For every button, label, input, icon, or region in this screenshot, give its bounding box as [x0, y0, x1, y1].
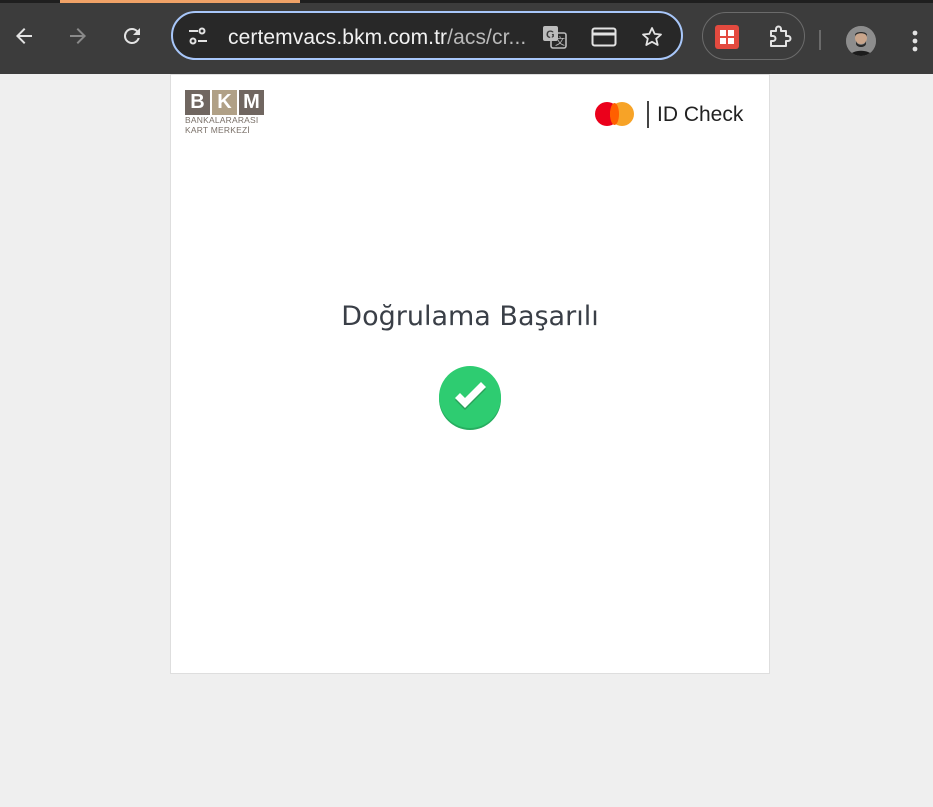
bkm-subtitle-line1: BANKALARARASI	[185, 115, 259, 125]
address-bar[interactable]: certemvacs.bkm.com.tr/acs/cr... G 文	[171, 11, 683, 60]
extensions-group	[702, 12, 805, 60]
more-vert-icon[interactable]	[905, 27, 925, 55]
translate-icon[interactable]: G 文	[542, 25, 568, 49]
verification-card: B K M BANKALARARASI KART MERKEZİ ID Chec…	[170, 74, 770, 674]
bkm-letter-k: K	[212, 90, 237, 115]
profile-avatar[interactable]	[846, 26, 876, 56]
svg-text:文: 文	[555, 35, 565, 48]
forward-arrow-icon[interactable]	[64, 22, 92, 50]
puzzle-icon[interactable]	[767, 24, 793, 50]
bkm-logo: B K M BANKALARARASI KART MERKEZİ	[185, 90, 265, 138]
credit-card-icon[interactable]	[591, 25, 617, 49]
mastercard-id-check-logo: ID Check	[595, 101, 755, 131]
bkm-letter-m: M	[239, 90, 264, 115]
check-circle-icon	[438, 365, 502, 431]
browser-toolbar: certemvacs.bkm.com.tr/acs/cr... G 文	[0, 3, 933, 74]
reload-icon[interactable]	[118, 22, 146, 50]
url-path: /acs/cr...	[447, 26, 527, 49]
tune-icon[interactable]	[187, 25, 209, 47]
id-check-label: ID Check	[657, 103, 744, 126]
star-icon[interactable]	[639, 25, 665, 49]
url-text[interactable]: certemvacs.bkm.com.tr/acs/cr...	[228, 26, 528, 50]
apps-grid-icon[interactable]	[715, 25, 739, 49]
id-check-separator	[647, 101, 649, 128]
toolbar-divider	[819, 30, 821, 50]
back-arrow-icon[interactable]	[10, 22, 38, 50]
bkm-subtitle-line2: KART MERKEZİ	[185, 125, 250, 135]
url-host: certemvacs.bkm.com.tr	[228, 26, 448, 49]
bkm-letter-b: B	[185, 90, 210, 115]
status-title: Doğrulama Başarılı	[341, 301, 599, 332]
